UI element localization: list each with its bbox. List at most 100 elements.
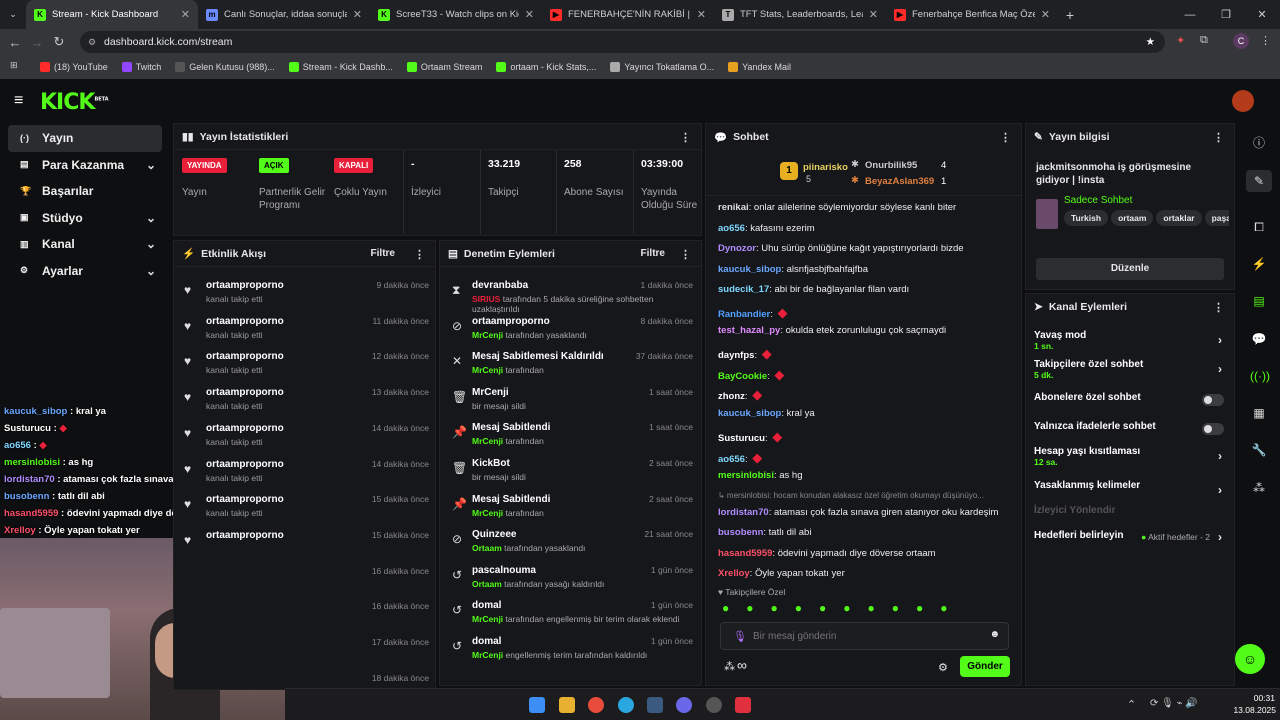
edit-icon[interactable]: ✎: [1246, 170, 1272, 192]
moderation-row[interactable]: 🗑 MrCenji bir mesajı sildi 1 saat önce: [440, 382, 701, 418]
forward-icon[interactable]: →: [26, 35, 48, 50]
tab-close-icon[interactable]: ✕: [1041, 8, 1050, 21]
activity-filter-button[interactable]: Filtre: [371, 248, 395, 259]
moderation-row[interactable]: ↺ domal MrCenji tarafından engellenmiş bir…: [440, 595, 701, 631]
activity-row[interactable]: 16 dakika önce: [174, 561, 435, 597]
minimize-button[interactable]: —: [1172, 9, 1208, 21]
emote-icon[interactable]: ●: [892, 601, 899, 617]
activity-username[interactable]: ortaamproporno: [206, 530, 284, 541]
bookmark-item[interactable]: Twitch: [121, 62, 161, 72]
nav-item[interactable]: ▣ Stüdyo ⌄: [8, 205, 162, 232]
toggle-switch[interactable]: [1202, 423, 1224, 435]
profile-avatar[interactable]: C: [1233, 33, 1249, 49]
channel-action-row[interactable]: İzleyici Yönlendir: [1026, 505, 1234, 531]
tray-icons[interactable]: ⟳ 🎙 ⌁ 🔊: [1150, 698, 1198, 709]
moderator-name[interactable]: MrCenji: [472, 614, 503, 624]
tab-close-icon[interactable]: ✕: [525, 8, 534, 21]
stream-info-menu-icon[interactable]: ⋮: [1213, 131, 1224, 144]
moderation-target[interactable]: Mesaj Sabitlendi: [472, 422, 550, 433]
document-rail-icon[interactable]: ▤: [1250, 294, 1268, 308]
moderation-filter-button[interactable]: Filtre: [641, 248, 665, 259]
moderation-row[interactable]: ✕ Mesaj Sabitlemesi Kaldırıldı MrCenji tar…: [440, 346, 701, 382]
chat-username[interactable]: ao656: [718, 223, 745, 234]
activity-username[interactable]: ortaamproporno: [206, 280, 284, 291]
tag-chip[interactable]: ortaklar: [1156, 210, 1202, 226]
broadcast-rail-icon[interactable]: ((·)): [1250, 369, 1270, 383]
chat-username[interactable]: zhonz: [718, 391, 745, 402]
moderation-target[interactable]: Mesaj Sabitlendi: [472, 494, 550, 505]
steam-icon[interactable]: [647, 697, 663, 713]
nav-item[interactable]: ⚙ Ayarlar ⌄: [8, 258, 162, 285]
nav-item[interactable]: (·) Yayın: [8, 125, 162, 152]
tag-chip[interactable]: paşala: [1204, 210, 1229, 226]
activity-username[interactable]: ortaamproporno: [206, 423, 284, 434]
gifter-2-name[interactable]: Onurbilik95: [865, 160, 917, 171]
activity-row[interactable]: ♥ ortaamproporno 15 dakika önce: [174, 525, 435, 561]
screen-icon[interactable]: ⧠: [1250, 220, 1268, 235]
activity-row[interactable]: 18 dakika önce: [174, 668, 435, 689]
emote-icon[interactable]: ●: [843, 601, 850, 617]
browser-tab[interactable]: m Canlı Sonuçlar, iddaa sonuçları ✕: [198, 0, 370, 29]
activity-row[interactable]: ♥ ortaamproporno kanalı takip etti 14 dakik…: [174, 454, 435, 490]
activity-username[interactable]: ortaamproporno: [206, 459, 284, 470]
emoji-icon[interactable]: ☻: [989, 629, 1000, 640]
browser-tab[interactable]: ▶ Fenerbahçe Benfica Maç Özeti ✕: [886, 0, 1058, 29]
moderation-target[interactable]: pascalnouma: [472, 565, 536, 576]
channel-action-row[interactable]: Yasaklanmış kelimeler ›: [1026, 480, 1234, 506]
browser-tab[interactable]: K Stream - Kick Dashboard ✕: [26, 0, 198, 29]
support-fab-icon[interactable]: ☺: [1235, 644, 1265, 674]
hamburger-menu-icon[interactable]: ≡: [14, 92, 23, 110]
file-explorer-icon[interactable]: [559, 697, 575, 713]
tag-chip[interactable]: Turkish: [1064, 210, 1109, 226]
moderator-name[interactable]: Ortaam: [472, 543, 502, 553]
extensions-puzzle-icon[interactable]: ⧉: [1200, 34, 1208, 47]
chat-username[interactable]: test_hazal_py: [718, 325, 780, 336]
apps-grid-icon[interactable]: ⊞: [10, 60, 18, 71]
moderation-row[interactable]: 🗑 KickBot bir mesajı sildi 2 saat önce: [440, 453, 701, 489]
nav-item[interactable]: ▥ Kanal ⌄: [8, 231, 162, 258]
bookmark-star-icon[interactable]: ★: [1146, 36, 1155, 48]
chat-username[interactable]: busobenn: [718, 527, 763, 538]
tab-search-icon[interactable]: ⌄: [0, 9, 26, 20]
chat-username[interactable]: kaucuk_sibop: [718, 408, 781, 419]
channel-action-row[interactable]: Abonelere özel sohbet: [1026, 392, 1234, 418]
chat-rail-icon[interactable]: 💬: [1250, 332, 1268, 346]
browser-menu-icon[interactable]: ⋮: [1260, 34, 1271, 47]
activity-row[interactable]: ♥ ortaamproporno kanalı takip etti 15 dakik…: [174, 489, 435, 525]
chat-username[interactable]: sudecik_17: [718, 284, 769, 295]
activity-username[interactable]: ortaamproporno: [206, 387, 284, 398]
stats-menu-icon[interactable]: ⋮: [680, 131, 691, 144]
discord-icon[interactable]: [676, 697, 692, 713]
moderation-target[interactable]: Quinzeee: [472, 529, 516, 540]
activity-row[interactable]: ♥ ortaamproporno kanalı takip etti 11 dakik…: [174, 311, 435, 347]
category-thumbnail[interactable]: [1036, 199, 1058, 229]
extension-icon[interactable]: ✦: [1176, 34, 1185, 47]
browser-tab[interactable]: T TFT Stats, Leaderboards, League ✕: [714, 0, 886, 29]
chat-username[interactable]: ao656: [718, 454, 745, 465]
activity-row[interactable]: 16 dakika önce: [174, 596, 435, 632]
edit-stream-info-button[interactable]: Düzenle: [1036, 258, 1224, 280]
moderation-row[interactable]: 📌 Mesaj Sabitlendi MrCenji tarafından 2 saa…: [440, 489, 701, 525]
chat-menu-icon[interactable]: ⋮: [1000, 131, 1011, 144]
moderation-row[interactable]: ⊘ Quinzeee Ortaam tarafından yasaklandı 21 …: [440, 524, 701, 560]
chat-settings-icon[interactable]: ⚙: [938, 661, 948, 674]
moderation-target[interactable]: Mesaj Sabitlemesi Kaldırıldı: [472, 351, 604, 362]
moderator-name[interactable]: Ortaam: [472, 579, 502, 589]
tag-chip[interactable]: ortaam: [1111, 210, 1154, 226]
kick-logo[interactable]: KICKBETA: [40, 90, 109, 115]
browser-tab[interactable]: ▶ FENERBAHÇE'NİN RAKİBİ | Nice ✕: [542, 0, 714, 29]
kick-points-icon[interactable]: ⁂: [724, 660, 735, 673]
send-button[interactable]: Gönder: [960, 656, 1010, 677]
app-icon[interactable]: [706, 697, 722, 713]
tab-close-icon[interactable]: ✕: [697, 8, 706, 21]
user-avatar[interactable]: [1232, 90, 1254, 112]
app-red-icon[interactable]: [735, 697, 751, 713]
moderation-target[interactable]: devranbaba: [472, 280, 528, 291]
activity-username[interactable]: ortaamproporno: [206, 316, 284, 327]
moderation-row[interactable]: ⊘ ortaamproporno MrCenji tarafından yasakl…: [440, 311, 701, 347]
moderator-name[interactable]: MrCenji: [472, 365, 503, 375]
tab-close-icon[interactable]: ✕: [869, 8, 878, 21]
bookmark-item[interactable]: ortaam - Kick Stats,...: [496, 62, 596, 72]
chat-username[interactable]: BayCookie: [718, 371, 767, 382]
moderation-row[interactable]: ⧗ devranbaba SIRIUS tarafından 5 dakika sü…: [440, 275, 701, 314]
